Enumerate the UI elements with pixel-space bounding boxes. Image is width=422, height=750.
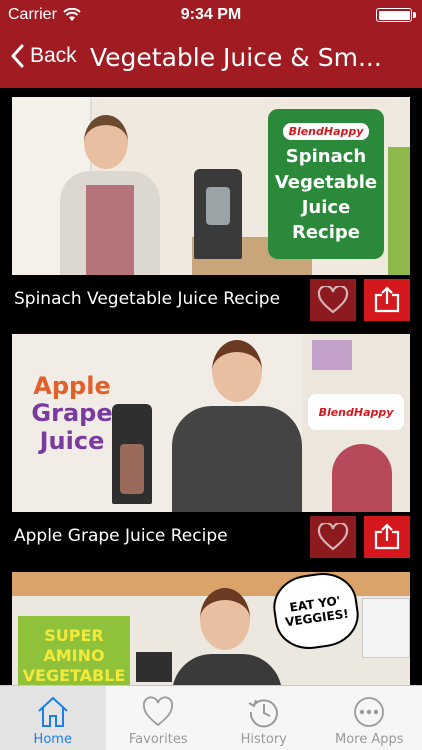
- heart-icon: [317, 523, 349, 551]
- heart-icon: [317, 286, 349, 314]
- thumbnail-text: Spinach: [285, 146, 367, 168]
- back-button[interactable]: Back: [10, 44, 77, 68]
- tab-label: More Apps: [334, 732, 404, 747]
- thumbnail-text: Vegetable: [274, 171, 378, 193]
- share-icon: [374, 286, 400, 313]
- navigation-bar: Back Vegetable Juice & Sm...: [0, 30, 422, 88]
- video-title: Apple Grape Juice Recipe: [14, 526, 228, 546]
- tab-more-apps[interactable]: More Apps: [317, 686, 422, 750]
- tab-home[interactable]: Home: [0, 686, 106, 750]
- thumbnail-text: Recipe: [291, 221, 360, 243]
- battery-icon: [376, 8, 416, 22]
- history-icon: [248, 699, 278, 728]
- video-list[interactable]: BlendHappy Spinach Vegetable Juice Recip…: [0, 88, 422, 685]
- thumbnail-text: SUPER: [44, 626, 104, 645]
- video-card[interactable]: SUPER AMINO VEGETABLE EAT YO' VEGGIES!: [12, 572, 410, 685]
- thumbnail-text: Juice: [39, 426, 105, 455]
- video-info-bar: Spinach Vegetable Juice Recipe: [12, 275, 410, 323]
- more-icon: [354, 697, 385, 727]
- favorite-button[interactable]: [310, 279, 356, 321]
- tab-history[interactable]: History: [211, 686, 317, 750]
- tab-favorites[interactable]: Favorites: [106, 686, 212, 750]
- video-thumbnail[interactable]: BlendHappy Spinach Vegetable Juice Recip…: [12, 97, 410, 275]
- video-title: Spinach Vegetable Juice Recipe: [14, 289, 281, 309]
- status-time: 9:34 PM: [180, 6, 242, 23]
- video-info-bar: Apple Grape Juice Recipe: [12, 512, 410, 560]
- back-label: Back: [30, 44, 77, 67]
- thumbnail-text: Grape: [31, 399, 113, 428]
- share-button[interactable]: [364, 279, 410, 321]
- video-card[interactable]: BlendHappy Spinach Vegetable Juice Recip…: [12, 97, 410, 323]
- home-icon: [38, 696, 68, 727]
- share-button[interactable]: [364, 516, 410, 558]
- video-thumbnail[interactable]: Apple Grape Juice BlendHappy: [12, 334, 410, 512]
- brand-logo: BlendHappy: [312, 404, 400, 420]
- thumbnail-text: Apple: [33, 371, 111, 400]
- tab-label: Favorites: [128, 732, 188, 747]
- share-icon: [374, 523, 400, 550]
- tab-label: Home: [33, 732, 72, 747]
- thumbnail-text: AMINO: [43, 646, 105, 665]
- page-title: Vegetable Juice & Sm...: [90, 43, 382, 72]
- tab-label: History: [240, 732, 287, 747]
- favorite-button[interactable]: [310, 516, 356, 558]
- status-bar: Carrier 9:34 PM: [0, 0, 422, 30]
- brand-logo: BlendHappy: [282, 122, 370, 141]
- heart-icon: [143, 696, 174, 727]
- tab-bar: Home Favorites History More Apps: [0, 685, 422, 750]
- video-thumbnail[interactable]: SUPER AMINO VEGETABLE EAT YO' VEGGIES!: [12, 572, 410, 685]
- chevron-left-icon: [11, 44, 24, 68]
- thumbnail-text: VEGETABLE: [22, 666, 126, 685]
- video-card[interactable]: Apple Grape Juice BlendHappy Apple Grape…: [12, 334, 410, 560]
- thumbnail-text: Juice: [301, 196, 351, 218]
